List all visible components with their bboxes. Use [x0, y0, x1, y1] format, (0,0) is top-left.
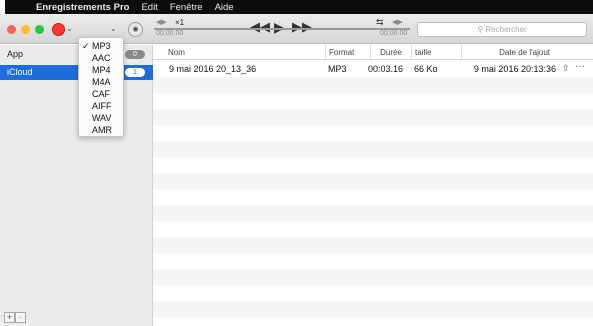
empty-row [153, 205, 593, 221]
column-header-size[interactable]: taille [411, 45, 461, 60]
cell-duration: 00:03.16 [368, 64, 404, 74]
sidebar-item-icloud[interactable]: iCloud 1 [0, 65, 153, 80]
column-header-format[interactable]: Format [325, 45, 370, 60]
format-option-aac[interactable]: AAC [79, 52, 123, 64]
cell-format: MP3 [328, 64, 347, 74]
count-badge: 0 [125, 50, 145, 59]
rate-arrows-icon[interactable]: ◀▶ [156, 18, 167, 26]
menu-bar: Enregistrements Pro Edit Fenêtre Aide [0, 0, 593, 14]
checkmark-icon: ✓ [82, 41, 90, 51]
sidebar-item-label: iCloud [7, 67, 33, 77]
table-row[interactable]: 9 mai 2016 20_13_36 MP3 00:03.16 66 Ko 9… [153, 61, 593, 77]
format-option-aiff[interactable]: AIFF [79, 100, 123, 112]
rewind-icon[interactable]: ◀◀ [250, 19, 270, 35]
format-option-mp4[interactable]: MP4 [79, 64, 123, 76]
search-placeholder: Rechercher [485, 25, 527, 34]
repeat-icon[interactable]: ⇆ [376, 17, 384, 28]
format-chevron-icon[interactable]: ⌄ [110, 24, 117, 33]
more-icon[interactable]: ··· [575, 61, 585, 72]
empty-row [153, 317, 593, 326]
sidebar: App 0 iCloud 1 + − [0, 45, 153, 326]
empty-row [153, 77, 593, 93]
empty-row [153, 253, 593, 269]
empty-row [153, 109, 593, 125]
sidebar-item-label: App [7, 49, 24, 59]
menu-window[interactable]: Fenêtre [170, 2, 203, 13]
column-header-date[interactable]: Date de l'ajout [461, 45, 553, 60]
empty-row [153, 221, 593, 237]
format-option-mp3[interactable]: ✓ MP3 [79, 40, 123, 52]
format-option-label: MP3 [92, 41, 111, 51]
record-button[interactable] [52, 23, 65, 36]
menubar-corner [0, 0, 5, 14]
menu-app-name[interactable]: Enregistrements Pro [36, 2, 129, 13]
empty-row [153, 141, 593, 157]
sidebar-item-app[interactable]: App 0 [0, 47, 153, 62]
cell-size: 66 Ko [414, 64, 438, 74]
close-window-button[interactable] [7, 25, 16, 34]
time-start: 00:00.00 [156, 30, 184, 37]
table-header: Nom Format Durée taille Date de l'ajout [153, 45, 593, 60]
skip-arrows-icon[interactable]: ◀▶ [392, 18, 403, 26]
recordings-table: Nom Format Durée taille Date de l'ajout … [153, 45, 593, 326]
search-field[interactable]: ⚲ Rechercher [417, 22, 587, 37]
cell-name: 9 mai 2016 20_13_36 [169, 64, 257, 74]
format-option-amr[interactable]: AMR [79, 124, 123, 136]
format-option-caf[interactable]: CAF [79, 88, 123, 100]
empty-row [153, 173, 593, 189]
format-option-wav[interactable]: WAV [79, 112, 123, 124]
menu-help[interactable]: Aide [215, 2, 234, 13]
menu-edit[interactable]: Edit [141, 2, 157, 13]
zoom-window-button[interactable] [35, 25, 44, 34]
format-dropdown-menu: ✓ MP3 AAC MP4 M4A CAF AIFF WAV AMR [78, 37, 124, 137]
share-icon[interactable]: ⇧ [562, 63, 570, 74]
count-badge: 1 [125, 68, 145, 77]
fast-forward-icon[interactable]: ▶▶ [292, 19, 312, 35]
format-option-m4a[interactable]: M4A [79, 76, 123, 88]
remove-button[interactable]: − [15, 312, 26, 323]
column-header-name[interactable]: Nom [165, 45, 188, 60]
empty-row [153, 269, 593, 285]
playback-speed[interactable]: ×1 [175, 18, 184, 27]
empty-row [153, 125, 593, 141]
column-header-duration[interactable]: Durée [370, 45, 411, 60]
minimize-window-button[interactable] [21, 25, 30, 34]
time-end: 00:00.00 [380, 30, 408, 37]
record-menu-chevron-icon[interactable]: ⌄ [66, 24, 73, 33]
empty-row [153, 93, 593, 109]
sidebar-actions: + − [4, 312, 26, 323]
empty-row [153, 301, 593, 317]
add-button[interactable]: + [4, 312, 15, 323]
empty-row [153, 157, 593, 173]
empty-row [153, 237, 593, 253]
airplay-icon[interactable]: ◉ [128, 22, 143, 37]
playback-progress-bar[interactable] [154, 28, 410, 30]
empty-row [153, 285, 593, 301]
cell-date: 9 mai 2016 20:13:36 [473, 64, 556, 74]
empty-row [153, 189, 593, 205]
